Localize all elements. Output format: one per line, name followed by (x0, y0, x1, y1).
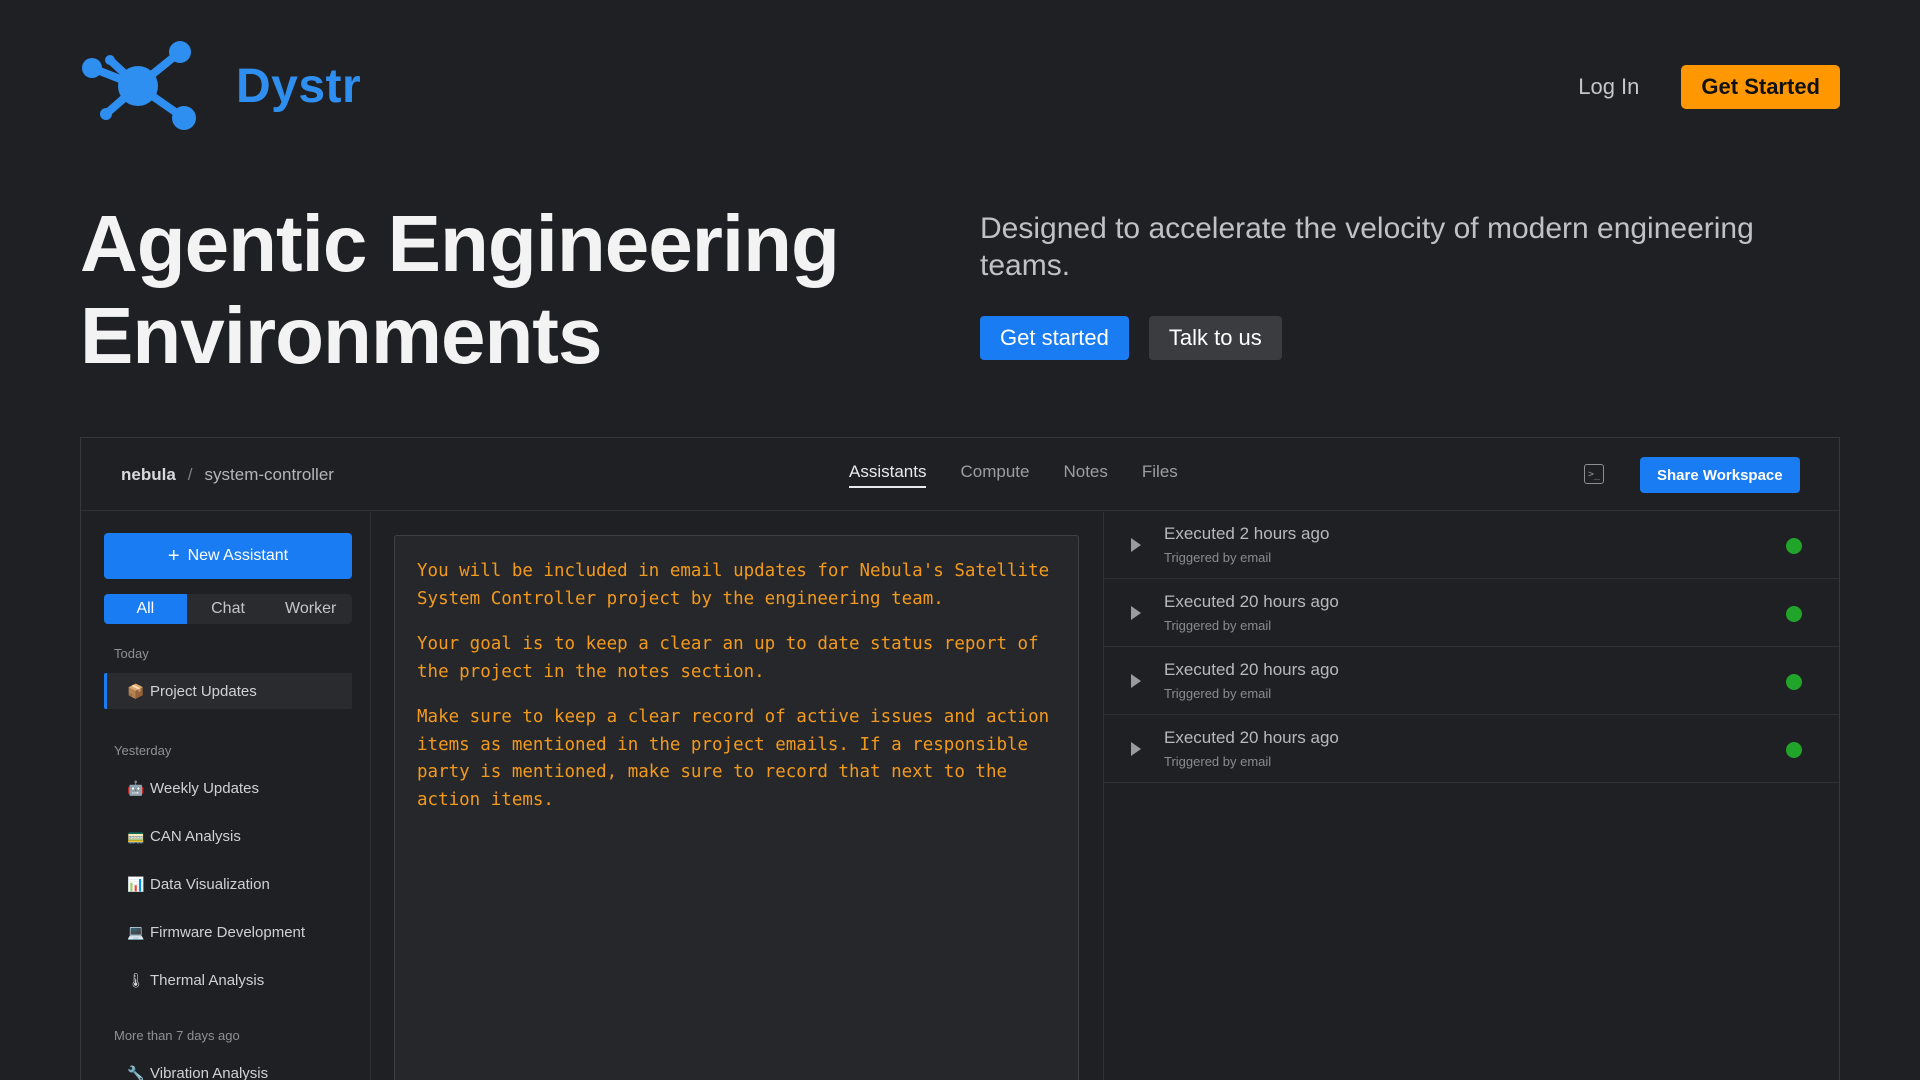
instruction-paragraph: You will be included in email updates fo… (417, 561, 1050, 609)
app-tabs: Assistants Compute Notes Files (849, 438, 1212, 511)
top-nav: Dystr Log In Get Started (0, 0, 1920, 175)
breadcrumb: nebula / system-controller (121, 438, 334, 511)
filter-all[interactable]: All (104, 594, 187, 624)
execution-list: Executed 2 hours ago Triggered by email … (1103, 512, 1839, 1080)
hero-subtitle: Designed to accelerate the velocity of m… (980, 212, 1754, 282)
plus-icon: + (167, 545, 180, 567)
get-started-button[interactable]: Get started (980, 316, 1129, 360)
assistant-filter: All Chat Worker (104, 594, 352, 624)
molecule-icon (80, 40, 196, 132)
sidebar-item-data-visualization[interactable]: 📊 Data Visualization (104, 866, 352, 902)
laptop-icon: 💻 (127, 923, 145, 940)
share-workspace-button[interactable]: Share Workspace (1640, 457, 1800, 493)
hero-title-line2: Environments (80, 291, 602, 380)
group-label-today: Today (114, 646, 149, 661)
new-assistant-label: New Assistant (187, 547, 289, 564)
brand[interactable]: Dystr (80, 40, 361, 132)
instruction-paragraph: Make sure to keep a clear record of acti… (417, 707, 1050, 810)
instruction-paragraph: Your goal is to keep a clear an up to da… (417, 634, 1039, 682)
sidebar-item-label: Data Visualization (150, 875, 270, 893)
filter-worker[interactable]: Worker (269, 594, 352, 624)
status-dot-icon (1786, 606, 1802, 622)
sidebar-item-label: Weekly Updates (150, 779, 259, 797)
app-header: nebula / system-controller Assistants Co… (81, 438, 1839, 511)
hero-actions: Get started Talk to us (980, 316, 1282, 360)
sidebar-item-label: Firmware Development (150, 923, 306, 941)
group-label-yesterday: Yesterday (114, 743, 172, 758)
execution-title: Executed 20 hours ago (1164, 728, 1339, 747)
sidebar-item-vibration-analysis[interactable]: 🔧 Vibration Analysis (104, 1055, 352, 1080)
tab-files[interactable]: Files (1142, 462, 1178, 488)
app-window: nebula / system-controller Assistants Co… (80, 437, 1840, 1080)
brand-name: Dystr (236, 59, 362, 113)
talk-to-us-button[interactable]: Talk to us (1148, 316, 1282, 360)
breadcrumb-workspace[interactable]: nebula (121, 465, 176, 485)
nav-actions: Log In Get Started (1578, 65, 1840, 109)
hero-title: Agentic Engineering Environments (80, 198, 940, 382)
execution-title: Executed 20 hours ago (1164, 660, 1339, 679)
assistant-instructions[interactable]: You will be included in email updates fo… (394, 535, 1079, 1080)
sidebar-item-thermal-analysis[interactable]: 🌡 Thermal Analysis (104, 962, 352, 998)
execution-row[interactable]: Executed 2 hours ago Triggered by email (1104, 512, 1839, 579)
execution-trigger: Triggered by email (1164, 686, 1272, 701)
sidebar-item-label: Vibration Analysis (150, 1064, 269, 1080)
sidebar-item-can-analysis[interactable]: 🚃 CAN Analysis (104, 818, 352, 854)
expand-triangle-icon[interactable] (1131, 538, 1141, 552)
execution-row[interactable]: Executed 20 hours ago Triggered by email (1104, 580, 1839, 647)
group-label-older: More than 7 days ago (114, 1028, 240, 1043)
thermometer-icon: 🌡 (127, 971, 145, 988)
tab-compute[interactable]: Compute (960, 462, 1029, 488)
hero-title-line1: Agentic Engineering (80, 199, 840, 288)
status-dot-icon (1786, 742, 1802, 758)
tab-notes[interactable]: Notes (1063, 462, 1107, 488)
execution-row[interactable]: Executed 20 hours ago Triggered by email (1104, 648, 1839, 715)
execution-title: Executed 20 hours ago (1164, 592, 1339, 611)
sidebar-item-label: CAN Analysis (150, 827, 241, 845)
sidebar-item-weekly-updates[interactable]: 🤖 Weekly Updates (104, 770, 352, 806)
bar-chart-icon: 📊 (127, 875, 145, 892)
login-link[interactable]: Log In (1578, 74, 1639, 100)
sidebar-item-project-updates[interactable]: 📦 Project Updates (104, 673, 352, 709)
robot-icon: 🤖 (127, 779, 145, 796)
get-started-nav-button[interactable]: Get Started (1681, 65, 1840, 109)
execution-row[interactable]: Executed 20 hours ago Triggered by email (1104, 716, 1839, 783)
breadcrumb-separator: / (187, 464, 193, 484)
execution-trigger: Triggered by email (1164, 754, 1272, 769)
sidebar-item-label: Thermal Analysis (150, 971, 265, 989)
filter-chat[interactable]: Chat (187, 594, 270, 624)
sidebar-item-firmware-development[interactable]: 💻 Firmware Development (104, 914, 352, 950)
package-icon: 📦 (127, 682, 145, 699)
wrench-icon: 🔧 (127, 1064, 145, 1080)
sidebar-item-label: Project Updates (150, 682, 257, 700)
execution-trigger: Triggered by email (1164, 550, 1272, 565)
terminal-icon[interactable]: >_ (1584, 464, 1604, 484)
expand-triangle-icon[interactable] (1131, 742, 1141, 756)
tram-icon: 🚃 (127, 827, 145, 844)
expand-triangle-icon[interactable] (1131, 674, 1141, 688)
status-dot-icon (1786, 674, 1802, 690)
breadcrumb-project[interactable]: system-controller (205, 465, 334, 485)
tab-assistants[interactable]: Assistants (849, 462, 927, 488)
expand-triangle-icon[interactable] (1131, 606, 1141, 620)
execution-trigger: Triggered by email (1164, 618, 1272, 633)
execution-title: Executed 2 hours ago (1164, 524, 1330, 543)
assistants-sidebar: + New Assistant All Chat Worker Today 📦 … (81, 512, 371, 1080)
status-dot-icon (1786, 538, 1802, 554)
new-assistant-button[interactable]: + New Assistant (104, 533, 352, 579)
